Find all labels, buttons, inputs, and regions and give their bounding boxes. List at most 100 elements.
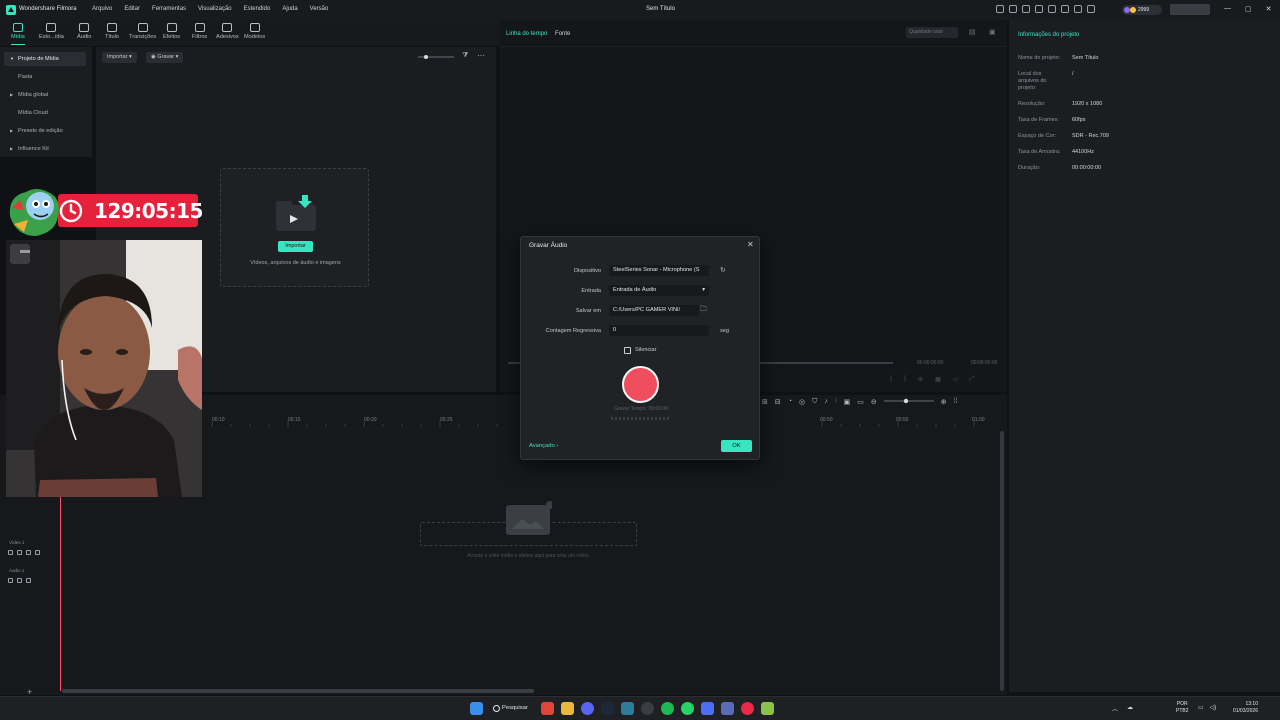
sidebar-item-edit-presets[interactable]: ▶ Presets de edição	[4, 124, 86, 138]
sidebar-item-cloud-media[interactable]: Mídia Cloud	[4, 106, 86, 120]
chatgpt-icon[interactable]	[641, 702, 654, 715]
spotify-icon[interactable]	[661, 702, 674, 715]
media-drop-zone[interactable]: Importar Vídeos, arquivos de áudio e ima…	[220, 168, 369, 287]
tool-effects[interactable]: Efeitos	[163, 23, 180, 40]
close-icon[interactable]: ✕	[747, 240, 754, 249]
menu-editar[interactable]: Editar	[124, 6, 140, 12]
network-icon[interactable]: ▭	[1198, 704, 1204, 711]
filter-icon[interactable]: ⧩	[462, 52, 468, 60]
menu-versao[interactable]: Versão	[310, 6, 329, 12]
layout-toggle-icon[interactable]: ▤	[969, 28, 976, 36]
zoom-icon[interactable]: ⊕	[918, 376, 923, 383]
minimize-icon[interactable]: —	[1224, 5, 1231, 13]
lock-icon[interactable]	[26, 550, 31, 555]
menu-visualizacao[interactable]: Visualização	[198, 6, 232, 12]
zoom-slider[interactable]	[883, 398, 934, 404]
menu-estendido[interactable]: Estendido	[244, 6, 271, 12]
taskbar-clock[interactable]: 13:10 01/03/2026	[1226, 701, 1258, 715]
windows-start-icon[interactable]	[470, 702, 483, 715]
zoom-in-icon[interactable]: ⊕	[941, 398, 947, 406]
mark-in-icon[interactable]: {	[890, 376, 892, 383]
buy-button[interactable]	[1170, 4, 1210, 15]
bell-icon[interactable]	[1087, 5, 1095, 13]
chevron-up-icon[interactable]: ︿	[1112, 704, 1118, 713]
subtitle-icon[interactable]: ▭	[857, 398, 864, 406]
tool-transitions[interactable]: Transições	[129, 23, 156, 40]
whatsapp-icon[interactable]	[681, 702, 694, 715]
sidebar-item-global-media[interactable]: ▶ Mídia global	[4, 88, 86, 102]
import-button[interactable]: Importar	[278, 241, 313, 252]
speaker-icon[interactable]	[17, 550, 22, 555]
record-button[interactable]	[622, 366, 659, 403]
speaker-icon[interactable]	[17, 578, 22, 583]
microphone-icon[interactable]: ♪	[824, 398, 828, 406]
tool-title[interactable]: Título	[105, 23, 119, 40]
volume-tray-icon[interactable]: ◁)	[1210, 704, 1217, 711]
tool-media[interactable]: Mídia	[11, 23, 25, 45]
menu-ajuda[interactable]: Ajuda	[282, 6, 297, 12]
maximize-icon[interactable]: ▢	[1245, 5, 1252, 13]
feedback-icon[interactable]	[1022, 5, 1030, 13]
thumbnail-size-slider[interactable]	[418, 55, 454, 59]
eye-icon[interactable]	[35, 550, 40, 555]
speed-icon[interactable]: ◔	[788, 398, 792, 406]
layout-icon[interactable]	[1035, 5, 1043, 13]
crop-icon[interactable]: ⊞	[762, 398, 768, 406]
input-language[interactable]: POR PTB2	[1176, 701, 1189, 715]
mark-out-icon[interactable]: }	[904, 376, 906, 383]
split-icon[interactable]: ⊟	[775, 398, 781, 406]
onedrive-icon[interactable]: ☁	[1127, 704, 1133, 713]
app-icon[interactable]	[701, 702, 714, 715]
discord-icon[interactable]	[581, 702, 594, 715]
advanced-link[interactable]: Avançado ›	[529, 443, 558, 449]
menu-arquivo[interactable]: Arquivo	[92, 6, 112, 12]
cloud-icon[interactable]	[1061, 5, 1069, 13]
record-dropdown[interactable]: ◉ Gravar ▾	[146, 52, 184, 63]
volume-icon[interactable]: ◁	[953, 376, 958, 383]
grid-icon[interactable]: ⁞⁞	[954, 398, 958, 406]
monitor-icon[interactable]	[721, 702, 734, 715]
folder-icon[interactable]	[8, 550, 13, 555]
save-icon[interactable]	[1048, 5, 1056, 13]
tool-audio[interactable]: Áudio	[77, 23, 91, 40]
tab-source[interactable]: Fonte	[555, 31, 570, 37]
zoom-out-icon[interactable]: ⊖	[871, 398, 877, 406]
horizontal-scrollbar[interactable]	[62, 689, 534, 693]
taskbar-search[interactable]: Pesquisar	[490, 702, 534, 715]
coins-badge[interactable]: 2999	[1122, 5, 1162, 15]
device-select[interactable]: SteelSeries Sonar - Microphone (S	[609, 265, 709, 276]
more-options-icon[interactable]: ⋯	[477, 51, 485, 60]
countdown-input[interactable]: 0	[609, 325, 709, 336]
input-select[interactable]: Entrada de Áudio ▾	[609, 285, 709, 296]
mute-checkbox[interactable]	[624, 347, 631, 354]
record-app-icon[interactable]	[741, 702, 754, 715]
filmora-taskbar-icon[interactable]	[621, 702, 634, 715]
upload-icon[interactable]	[1009, 5, 1017, 13]
lock-icon[interactable]	[26, 578, 31, 583]
notes-icon[interactable]	[761, 702, 774, 715]
gift-icon[interactable]	[996, 5, 1004, 13]
folder-icon[interactable]: 🗀	[700, 305, 707, 316]
tool-templates[interactable]: Modelos	[244, 23, 265, 40]
mixer-icon[interactable]: ⫶	[835, 398, 837, 406]
vertical-scrollbar[interactable]	[1000, 431, 1004, 691]
display-icon[interactable]: ▦	[935, 376, 941, 383]
brave-icon[interactable]	[541, 702, 554, 715]
sidebar-item-project-media[interactable]: ▼ Projeto de Mídia	[4, 52, 86, 66]
tool-stickers[interactable]: Adesivos	[216, 23, 239, 40]
render-icon[interactable]: ◎	[799, 398, 805, 406]
close-window-icon[interactable]: ✕	[1266, 5, 1272, 13]
account-icon[interactable]	[1074, 5, 1082, 13]
file-explorer-icon[interactable]	[561, 702, 574, 715]
snapshot-icon[interactable]: ▣	[989, 28, 996, 36]
quality-dropdown[interactable]: Qualidade total	[906, 27, 958, 38]
tool-stock-media[interactable]: Esto...ídia	[39, 23, 64, 40]
save-location-field[interactable]: C:/Users/PC GAMER VINI/	[609, 305, 699, 316]
tool-filters[interactable]: Filtros	[192, 23, 207, 40]
ok-button[interactable]: OK	[721, 440, 752, 452]
shield-icon[interactable]: ⛉	[812, 398, 817, 406]
auto-reframe-icon[interactable]: ▣	[844, 398, 851, 406]
refresh-icon[interactable]: ↻	[720, 266, 726, 274]
sidebar-item-folder[interactable]: Pasta	[4, 70, 86, 84]
fullscreen-icon[interactable]: ⤢	[969, 376, 974, 383]
